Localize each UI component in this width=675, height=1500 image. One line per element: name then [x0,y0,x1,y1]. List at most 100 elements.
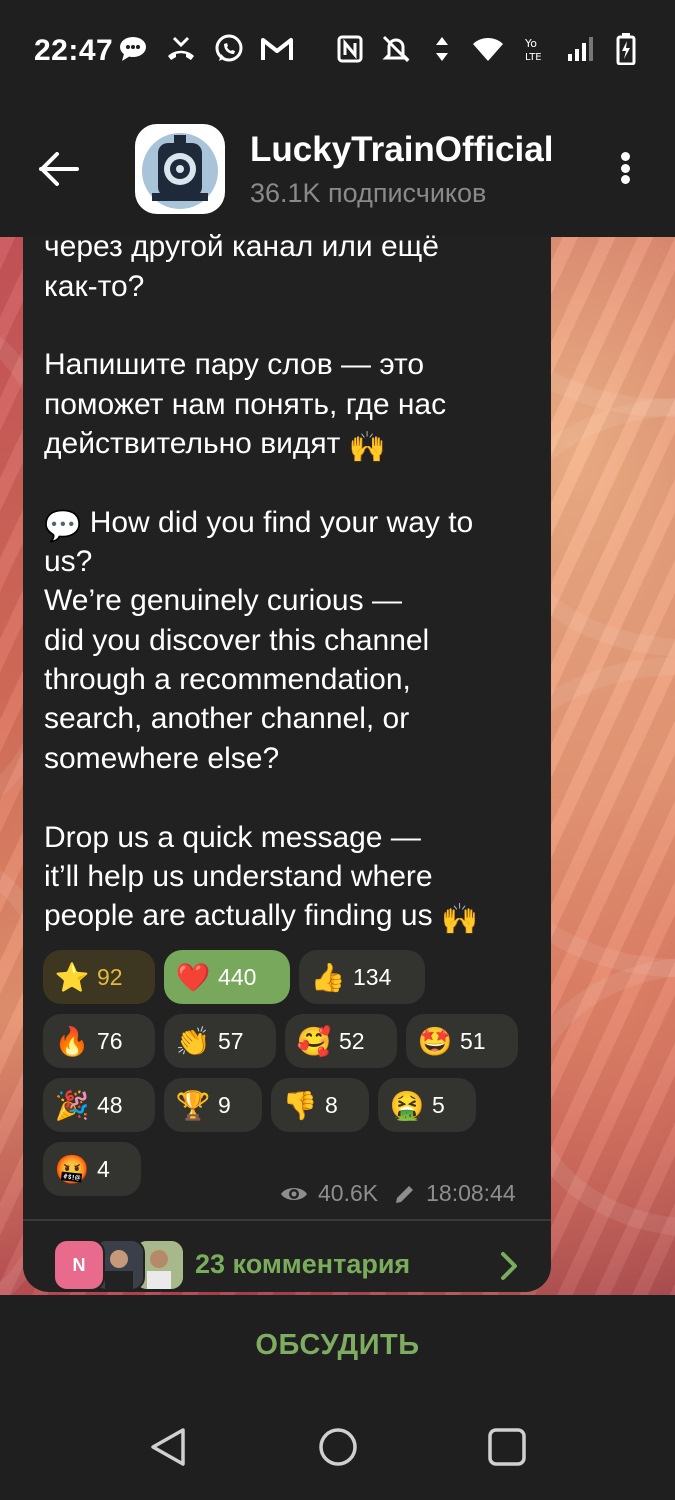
more-options-button[interactable] [605,146,645,190]
nav-back-button[interactable] [146,1425,190,1469]
reaction-star-struck[interactable]: 🤩 51 [406,1014,518,1068]
message-line: through a recommendation, [44,663,411,696]
nfc-icon [333,32,367,66]
arrow-left-icon [39,152,79,186]
reaction-cursing-face[interactable]: 🤬 4 [43,1142,141,1196]
reaction-heart[interactable]: ❤️ 440 [164,950,290,1004]
wifi-icon [471,32,505,66]
comments-count-label: 23 комментария [195,1249,411,1279]
reaction-count: 9 [218,1091,231,1118]
message-line: search, another channel, or [44,702,410,735]
smiling-hearts-icon: 🥰 [296,1025,332,1057]
thumbs-up-icon: 👍 [310,961,346,993]
post-meta: 40.6K 18:08:44 [280,1180,516,1207]
reaction-count: 51 [460,1027,486,1054]
reaction-count: 48 [97,1091,123,1118]
discuss-bar: ОБСУДИТЬ [0,1295,675,1395]
post-time: 18:08:44 [426,1180,516,1206]
message-line: it’ll help us understand where [44,860,433,893]
reaction-smiling-hearts[interactable]: 🥰 52 [285,1014,397,1068]
pencil-icon [396,1185,414,1203]
trophy-icon: 🏆 [175,1089,211,1121]
reaction-count: 52 [339,1027,365,1054]
comments-row[interactable]: N 23 комментария [23,1221,551,1293]
cursing-face-icon: 🤬 [54,1153,90,1185]
message-line: поможет нам понять, где нас [44,388,447,421]
reaction-count: 4 [97,1155,110,1182]
chat-bubble-icon [116,32,150,66]
more-dot-icon [620,163,630,173]
more-dot-icon [620,152,630,161]
system-nav-bar [0,1395,675,1500]
message-line-with-emoji: действительно видят 🙌 [44,424,386,467]
heart-icon: ❤️ [175,961,211,993]
square-recents-icon [488,1428,526,1466]
mute-bell-icon [379,32,413,66]
message-line: did you discover this channel [44,624,430,657]
reaction-clap[interactable]: 👏 57 [164,1014,276,1068]
reaction-trophy[interactable]: 🏆 9 [164,1078,262,1132]
message-line: Drop us a quick message — [44,821,421,854]
status-time: 22:47 [34,34,114,67]
party-popper-icon: 🎉 [54,1089,90,1121]
circle-home-icon [319,1428,357,1466]
reaction-count: 57 [218,1027,244,1054]
data-arrows-icon [425,32,459,66]
subscriber-count: 36.1K подписчиков [250,178,487,208]
message-line: people are actually finding us [44,899,433,932]
reaction-thumbs-down[interactable]: 👎 8 [271,1078,369,1132]
nav-recents-button[interactable] [485,1425,529,1469]
message-line: через другой канал или ещё [44,230,439,263]
reaction-count: 134 [353,963,392,990]
missed-call-icon [164,32,198,66]
eye-icon [281,1187,307,1200]
whatsapp-icon [212,32,246,66]
message-line: Напишите пару слов — это [44,348,425,381]
star-icon: ⭐ [54,961,90,993]
thumbs-down-icon: 👎 [282,1089,318,1121]
message-line: us? [44,545,93,578]
view-count: 40.6K [318,1180,379,1206]
reaction-count: 8 [325,1091,338,1118]
status-system-icons: Yo LTE [333,32,643,66]
gmail-icon [260,32,294,66]
triangle-back-icon [151,1428,185,1466]
more-dot-icon [620,175,630,184]
channel-header: LuckyTrainOfficial 36.1K подписчиков [0,100,675,237]
reaction-count: 5 [432,1091,445,1118]
raising-hands-icon: 🙌 [440,903,479,936]
commenter-avatars: N [53,1239,185,1291]
nav-home-button[interactable] [316,1425,360,1469]
message-line: somewhere else? [44,742,280,775]
battery-charging-icon [609,32,643,66]
reaction-thumbs-up[interactable]: 👍 134 [299,950,425,1004]
reaction-star[interactable]: ⭐ 92 [43,950,155,1004]
clap-icon: 👏 [175,1025,211,1057]
discuss-button[interactable]: ОБСУДИТЬ [255,1329,419,1362]
message-line-with-emoji: people are actually finding us 🙌 [44,896,478,939]
channel-avatar[interactable] [135,124,225,214]
train-logo-icon [142,133,218,209]
message-line: We’re genuinely curious — [44,584,402,617]
reaction-fire[interactable]: 🔥 76 [43,1014,155,1068]
volte-icon: Yo LTE [517,32,551,66]
star-struck-icon: 🤩 [417,1025,453,1057]
fire-icon: 🔥 [54,1025,90,1057]
message-line: How did you find your way to [89,506,474,539]
message-line-with-emoji: 💬 How did you find your way to [44,503,473,546]
svg-text:Yo: Yo [525,37,537,50]
speech-bubble-icon: 💬 [44,510,82,543]
avatar: N [53,1239,105,1291]
back-button[interactable] [32,142,86,196]
chevron-right-icon [501,1252,517,1280]
signal-icon [563,32,597,66]
reaction-vomit[interactable]: 🤮 5 [378,1078,476,1132]
status-notification-icons [116,32,294,66]
message-line: как-то? [44,270,145,303]
channel-title: LuckyTrainOfficial [250,130,554,169]
raising-hands-icon: 🙌 [348,431,387,464]
status-bar: 22:47 Yo LTE [0,0,675,100]
reaction-count: 92 [97,963,123,990]
reaction-count: 440 [218,963,257,990]
reaction-party-popper[interactable]: 🎉 48 [43,1078,155,1132]
